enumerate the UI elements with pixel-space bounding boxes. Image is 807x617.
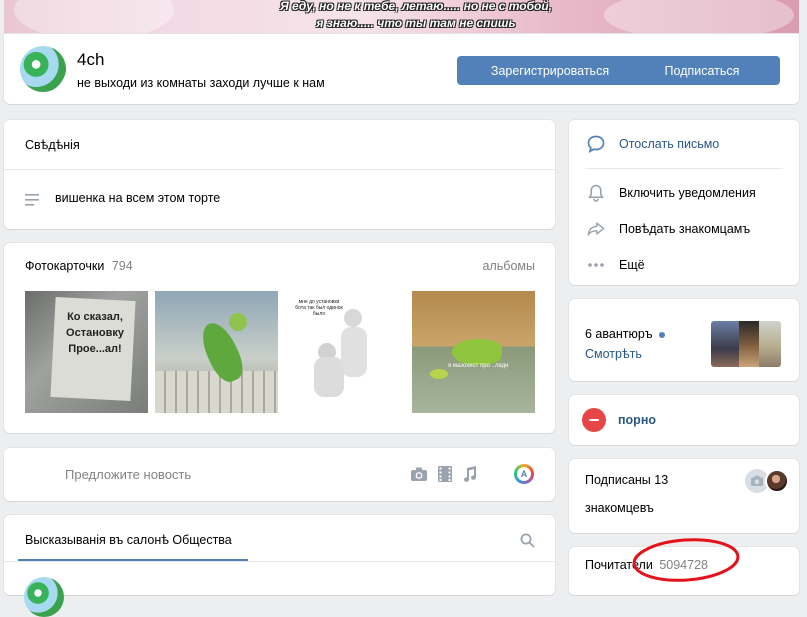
community-avatar[interactable] [20, 46, 66, 92]
notifications-action[interactable]: Включить уведомления [587, 182, 756, 204]
events-title-row: 6 авантюръ [585, 327, 666, 341]
send-message-action[interactable]: Отослать письмо [587, 133, 719, 155]
albums-link[interactable]: альбомы [483, 259, 535, 273]
info-description: вишенка на всем этом торте [55, 191, 221, 205]
photo-thumbnail[interactable] [155, 291, 278, 413]
follower-avatar [765, 469, 789, 493]
bell-icon [587, 184, 605, 202]
cover-image: Я еду, но не к тебе, летаю..... но не с … [4, 0, 799, 34]
photos-header[interactable]: Фотокарточки 794 [25, 259, 133, 273]
community-header: 4ch не выходи из комнаты заходи лучше к … [4, 34, 799, 104]
divider [4, 169, 555, 170]
divider [585, 168, 783, 169]
share-arrow-icon [587, 220, 605, 238]
suggest-news-card: Предложите новость A [4, 448, 555, 501]
event-thumbnail [739, 321, 759, 367]
photos-card: Фотокарточки 794 альбомы Ко сказал, Оста… [4, 243, 555, 433]
divider [4, 561, 555, 562]
cover-caption-line-2: я знаю..... что ты там не спишь [316, 16, 516, 30]
tag-card[interactable]: порно [569, 395, 799, 445]
info-title: Свѣдѣнія [25, 138, 80, 152]
notifications-label: Включить уведомления [619, 186, 756, 200]
music-icon[interactable] [462, 466, 478, 482]
wall-card: Высказыванія въ салонѣ Общества [4, 515, 555, 617]
subscriptions-sub: знакомцевъ [585, 501, 654, 515]
event-thumbnail [711, 321, 739, 367]
photo-caption: я мазохист про ..леди [448, 363, 509, 369]
tell-friends-label: Повѣдать знакомцамъ [619, 222, 751, 236]
annotation-ellipse [632, 538, 740, 582]
cover-caption-line-1: Я еду, но не к тебе, летаю..... но не с … [279, 0, 553, 13]
suggest-news-input[interactable]: Предложите новость [65, 467, 191, 482]
more-label: Ещё [619, 258, 645, 272]
tag-label: порно [618, 413, 657, 427]
vk-ar-icon[interactable]: A [514, 464, 534, 484]
cover-caption: Я еду, но не к тебе, летаю..... но не с … [236, 0, 596, 32]
actions-card: Отослать письмо Включить уведомления Пов… [569, 120, 799, 285]
online-dot-icon [659, 331, 666, 338]
photo-thumbnail[interactable]: мне до установки бота так был одинок был… [286, 291, 409, 413]
subscriptions-title: Подписаны 13 [585, 473, 669, 487]
community-name: 4ch [77, 50, 105, 69]
message-icon [587, 135, 605, 153]
events-card: 6 авантюръ Смотрѣть [569, 299, 799, 381]
events-view-link[interactable]: Смотрѣть [585, 347, 642, 361]
no-entry-icon [582, 408, 606, 432]
more-action[interactable]: Ещё [587, 254, 645, 276]
info-card: Свѣдѣнія вишенка на всем этом торте [4, 120, 555, 229]
photos-title: Фотокарточки [25, 259, 105, 273]
lines-icon [25, 193, 41, 207]
more-dots-icon [587, 256, 605, 274]
events-thumbnails[interactable] [711, 321, 781, 367]
tell-friends-action[interactable]: Повѣдать знакомцамъ [587, 218, 750, 240]
subscriptions-card[interactable]: Подписаны 13 знакомцевъ [569, 459, 799, 533]
send-message-label: Отослать письмо [619, 137, 720, 151]
wall-tab[interactable]: Высказыванія въ салонѣ Общества [25, 533, 232, 547]
photos-count: 794 [111, 259, 133, 273]
photo-caption: мне до установки бота так был одинок был… [295, 299, 343, 317]
photo-thumbnail[interactable]: Ко сказал, Остановку Прое...ал! [25, 291, 148, 413]
event-thumbnail [759, 321, 781, 367]
search-icon[interactable] [520, 533, 535, 548]
photo-caption: Ко сказал, Остановку Прое...ал! [66, 311, 124, 355]
subscribe-button[interactable]: Подписаться [624, 56, 780, 85]
community-status: не выходи из комнаты заходи лучше к нам [77, 76, 325, 90]
events-title: 6 авантюръ [585, 327, 653, 341]
post-avatar[interactable] [24, 577, 64, 617]
video-icon[interactable] [438, 466, 452, 482]
register-button[interactable]: Зарегистрироваться [457, 56, 643, 85]
photo-thumbnail[interactable]: я мазохист про ..леди [412, 291, 535, 413]
camera-icon[interactable] [410, 466, 428, 482]
